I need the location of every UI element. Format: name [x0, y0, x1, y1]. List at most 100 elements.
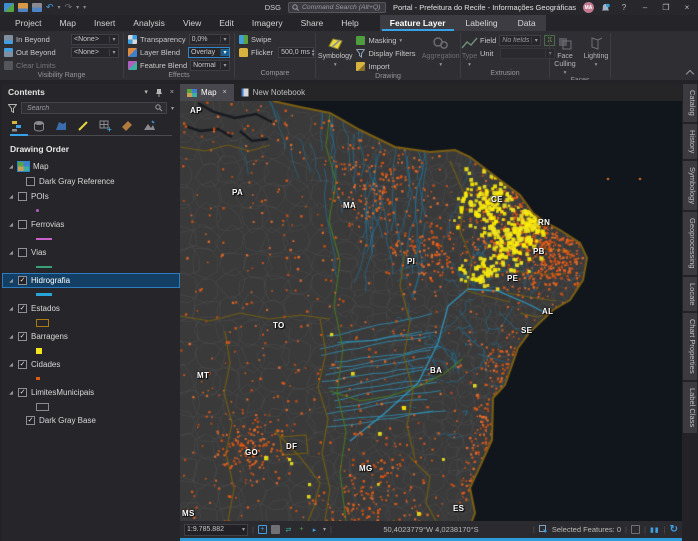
transparency-select[interactable]: 0,0%▾ [189, 34, 230, 45]
legend-symbol-hidrografia[interactable] [36, 293, 52, 296]
status-more-icon[interactable]: ▾ [323, 526, 326, 533]
undo-dropdown-icon[interactable]: ▾ [58, 4, 61, 11]
masking-button[interactable]: Masking▾ [356, 34, 415, 47]
expander-icon[interactable]: ◢ [8, 278, 14, 284]
clear-limits-button[interactable]: Clear Limits [16, 61, 56, 70]
layer-checkbox[interactable]: ✓ [18, 276, 27, 285]
dock-tab-label-class[interactable]: Label Class [683, 382, 697, 433]
aggregation-button[interactable]: Aggregation▾ [422, 34, 460, 69]
swipe-button[interactable]: Swipe [235, 33, 315, 46]
user-avatar[interactable]: MA [583, 2, 594, 13]
add-bookmark-icon[interactable]: + [258, 525, 267, 534]
expander-icon[interactable]: ◢ [8, 250, 14, 256]
layer-checkbox[interactable] [18, 248, 27, 257]
minimize-button[interactable]: – [638, 3, 652, 12]
notifications-bell-icon[interactable] [601, 3, 610, 13]
layer-row-hidrografia[interactable]: ◢✓Hidrografia [2, 273, 180, 288]
menu-tab-imagery[interactable]: Imagery [243, 16, 292, 31]
command-search-input[interactable] [302, 4, 382, 11]
drawing-order-icon[interactable] [10, 120, 24, 133]
layer-row-pois[interactable]: ◢POIs [2, 189, 180, 204]
contextual-tab-labeling[interactable]: Labeling [456, 16, 508, 31]
maximize-button[interactable]: ❒ [659, 3, 673, 12]
qat-customize-icon[interactable]: ▾ [83, 4, 86, 11]
contents-search[interactable] [21, 102, 167, 114]
expander-icon[interactable]: ◢ [8, 222, 14, 228]
in-beyond-select[interactable]: <None>▾ [71, 34, 119, 45]
layer-row-estados[interactable]: ◢✓Estados [2, 301, 180, 316]
terrain-icon[interactable] [142, 120, 156, 133]
legend-symbol-cidades[interactable] [36, 377, 40, 381]
layer-checkbox[interactable]: ✓ [18, 388, 27, 397]
navigate-icon[interactable]: ▸ [310, 525, 319, 534]
data-source-icon[interactable] [32, 120, 46, 133]
search-options-icon[interactable]: ▾ [171, 105, 174, 112]
import-button[interactable]: Import [356, 60, 415, 73]
save-project-icon[interactable] [32, 3, 42, 12]
expander-icon[interactable]: ◢ [8, 164, 14, 170]
expander-icon[interactable]: ◢ [8, 194, 14, 200]
display-filters-button[interactable]: Display Filters [356, 47, 415, 60]
undo-icon[interactable]: ↶ [46, 3, 54, 12]
contextual-tab-feature-layer[interactable]: Feature Layer [380, 16, 456, 31]
label-tag-icon[interactable] [120, 120, 134, 133]
menu-tab-project[interactable]: Project [6, 16, 50, 31]
layer-row-dark-gray-reference[interactable]: Dark Gray Reference [2, 174, 180, 189]
redo-dropdown-icon[interactable]: ▾ [76, 4, 79, 11]
legend-symbol-vias[interactable] [36, 266, 52, 268]
dock-tab-symbology[interactable]: Symbology [683, 161, 697, 210]
dock-tab-chart-properties[interactable]: Chart Properties [683, 313, 697, 380]
layer-checkbox[interactable]: ✓ [18, 304, 27, 313]
menu-tab-view[interactable]: View [174, 16, 210, 31]
layer-row-map[interactable]: ◢Map [2, 159, 180, 174]
legend-symbol-estados[interactable] [36, 319, 49, 327]
lighting-button[interactable]: Lighting▾ [583, 34, 609, 69]
contextual-tab-data[interactable]: Data [508, 16, 546, 31]
menu-tab-map[interactable]: Map [50, 16, 85, 31]
close-button[interactable]: × [680, 3, 694, 12]
layer-checkbox[interactable] [18, 220, 27, 229]
legend-symbol-limitesmunicipais[interactable] [36, 403, 49, 411]
menu-tab-share[interactable]: Share [292, 16, 333, 31]
view-tab-new-notebook[interactable]: New Notebook [234, 84, 312, 101]
pause-icon[interactable]: ▮▮ [650, 526, 660, 534]
symbology-button[interactable]: Symbology▾ [316, 34, 354, 69]
snapping-toggle-icon[interactable] [631, 525, 640, 534]
layer-row-vias[interactable]: ◢Vias [2, 245, 180, 260]
dock-tab-geoprocessing[interactable]: Geoprocessing [683, 212, 697, 274]
layer-checkbox[interactable] [26, 177, 35, 186]
contents-search-input[interactable] [25, 104, 152, 113]
extrusion-unit-select[interactable]: ▾ [500, 48, 555, 59]
legend-symbol-ferrovias[interactable] [36, 238, 52, 240]
layer-checkbox[interactable]: ✓ [26, 416, 35, 425]
collapse-ribbon-icon[interactable] [686, 70, 694, 78]
filter-icon[interactable] [8, 104, 17, 113]
feature-blend-select[interactable]: Normal▾ [190, 60, 230, 71]
new-layer-icon[interactable]: + [297, 525, 306, 534]
layer-checkbox[interactable]: ✓ [18, 332, 27, 341]
layer-row-barragens[interactable]: ◢✓Barragens [2, 329, 180, 344]
menu-tab-help[interactable]: Help [332, 16, 367, 31]
view-tab-map[interactable]: Map× [180, 84, 234, 101]
menu-tab-analysis[interactable]: Analysis [124, 16, 174, 31]
refresh-icon[interactable]: ↻ [670, 524, 678, 535]
menu-tab-edit[interactable]: Edit [210, 16, 243, 31]
panel-close-icon[interactable]: × [170, 89, 174, 96]
layer-row-ferrovias[interactable]: ◢Ferrovias [2, 217, 180, 232]
flicker-duration-input[interactable]: 500,0 ms▲▼ [278, 47, 314, 58]
expander-icon[interactable]: ◢ [8, 306, 14, 312]
swap-view-icon[interactable]: ⇄ [284, 525, 293, 534]
open-project-icon[interactable] [18, 3, 28, 12]
grid-add-icon[interactable]: + [98, 120, 112, 133]
map-scale-select[interactable]: 1:9.785.882▾ [184, 524, 248, 536]
layer-row-limitesmunicipais[interactable]: ◢✓LimitesMunicipais [2, 385, 180, 400]
out-beyond-select[interactable]: <None>▾ [71, 47, 119, 58]
help-button[interactable]: ? [617, 3, 631, 12]
edit-pencil-icon[interactable] [76, 120, 90, 133]
map-canvas[interactable] [180, 101, 682, 521]
extrusion-field-select[interactable]: No fields▾ [499, 35, 541, 46]
visibility-icon[interactable] [54, 120, 68, 133]
layer-row-cidades[interactable]: ◢✓Cidades [2, 357, 180, 372]
close-view-icon[interactable]: × [223, 89, 227, 96]
dock-tab-history[interactable]: History [683, 124, 697, 159]
